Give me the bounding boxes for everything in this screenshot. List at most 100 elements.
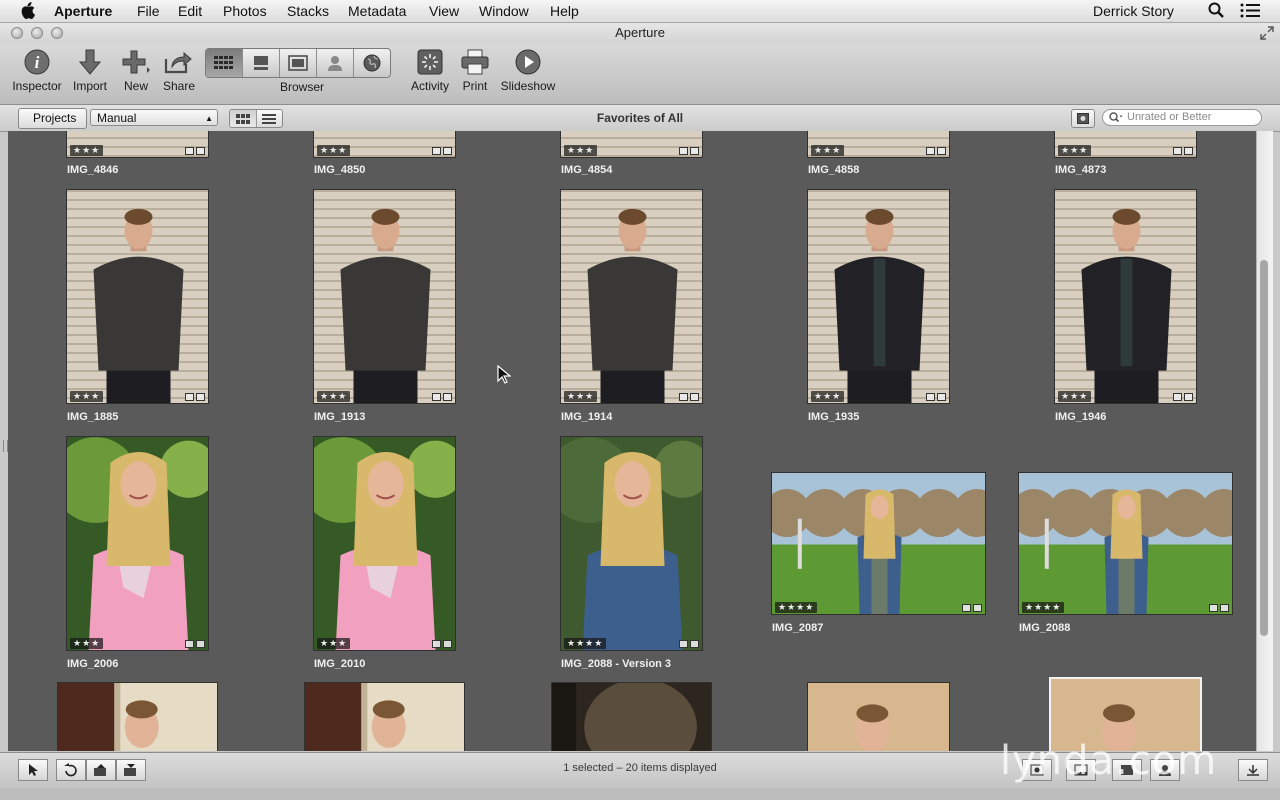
photo-thumbnail[interactable] <box>551 682 712 751</box>
lift-tool-button[interactable] <box>86 759 116 781</box>
adjusted-badge-icon <box>1173 392 1182 401</box>
spotlight-icon[interactable] <box>1208 2 1224 21</box>
list-layout-button[interactable] <box>257 110 283 127</box>
photo-thumbnail[interactable]: ★★★ <box>313 131 456 158</box>
menu-window[interactable]: Window <box>479 3 529 19</box>
menu-stacks[interactable]: Stacks <box>287 3 329 19</box>
menu-file[interactable]: File <box>137 3 160 19</box>
photo-thumbnail[interactable]: ★★★ <box>313 436 456 651</box>
person-icon <box>328 56 342 71</box>
share-button[interactable]: Share <box>160 47 198 93</box>
star-rating-badge[interactable]: ★★★ <box>317 391 351 402</box>
projects-back-button[interactable]: Projects <box>18 108 88 129</box>
stamp-icon <box>124 764 136 776</box>
star-rating-badge[interactable]: ★★★ <box>1058 391 1092 402</box>
zoom-window-button[interactable] <box>51 27 63 39</box>
photo-badges: ★★★ <box>1055 144 1196 157</box>
photo-thumbnail[interactable]: ★★★★ <box>560 436 703 651</box>
photo-thumbnail[interactable]: ★★★ <box>560 131 703 158</box>
sidebar-resize-handle[interactable] <box>3 440 8 452</box>
adjustment-badge-icons <box>679 639 699 648</box>
new-button[interactable]: New <box>118 47 154 93</box>
split-view-button[interactable] <box>243 49 280 77</box>
adjusted-badge-icon <box>1209 603 1218 612</box>
photo-caption: IMG_4846 <box>67 164 119 176</box>
star-rating-badge[interactable]: ★★★★ <box>1022 602 1065 613</box>
photo-thumbnail[interactable]: ★★★ <box>66 436 209 651</box>
adjustment-badge-icons <box>926 392 946 401</box>
menu-metadata[interactable]: Metadata <box>348 3 406 19</box>
adjustment-badge-icons <box>1173 146 1193 155</box>
import-button[interactable]: Import <box>68 47 112 93</box>
rotate-icon <box>64 763 77 777</box>
photo-caption: IMG_2087 <box>772 622 824 634</box>
browser-view-button[interactable] <box>206 49 243 77</box>
photo-thumbnail[interactable]: ★★★ <box>313 189 456 404</box>
places-button[interactable] <box>354 49 390 77</box>
notification-list-icon[interactable] <box>1240 3 1260 21</box>
adjusted-badge-icon <box>185 392 194 401</box>
photo-thumbnail[interactable]: ★★★ <box>807 189 950 404</box>
star-rating-badge[interactable]: ★★★ <box>811 391 845 402</box>
slideshow-button[interactable]: Slideshow <box>500 47 556 93</box>
star-rating-badge[interactable]: ★★★ <box>70 391 104 402</box>
small-grid-icon <box>235 113 250 124</box>
menu-edit[interactable]: Edit <box>178 3 202 19</box>
star-rating-badge[interactable]: ★★★★ <box>775 602 818 613</box>
photo-thumbnail[interactable]: ★★★★ <box>771 472 986 615</box>
star-rating-badge[interactable]: ★★★ <box>317 145 351 156</box>
menu-user-name[interactable]: Derrick Story <box>1093 3 1174 19</box>
photo-thumbnail[interactable]: ★★★ <box>560 189 703 404</box>
menu-app-name[interactable]: Aperture <box>54 3 112 19</box>
star-rating-badge[interactable]: ★★★ <box>811 145 845 156</box>
star-rating-badge[interactable]: ★★★ <box>1058 145 1092 156</box>
minimize-window-button[interactable] <box>31 27 43 39</box>
select-tool-button[interactable] <box>18 759 48 781</box>
photo-image <box>67 190 208 403</box>
browser-scroll-thumb[interactable] <box>1260 260 1268 636</box>
sort-order-select[interactable]: Manual ▲▼ <box>90 109 218 140</box>
fullscreen-toggle-button[interactable] <box>1238 759 1268 781</box>
menu-help[interactable]: Help <box>550 3 579 19</box>
grid-layout-button[interactable] <box>230 110 257 127</box>
activity-icon <box>414 47 446 77</box>
photo-badges: ★★★ <box>561 390 702 403</box>
star-rating-badge[interactable]: ★★★ <box>317 638 351 649</box>
photo-thumbnail[interactable] <box>807 682 950 751</box>
adjusted-badge-icon <box>679 146 688 155</box>
faces-button[interactable] <box>317 49 354 77</box>
browser-layout-toggle <box>229 109 283 128</box>
photo-thumbnail[interactable]: ★★★ <box>1054 189 1197 404</box>
stamp-tool-button[interactable] <box>116 759 146 781</box>
viewer-button[interactable] <box>280 49 317 77</box>
rating-filter-search-field[interactable]: Unrated or Better <box>1102 109 1262 126</box>
rotate-tool-button[interactable] <box>56 759 86 781</box>
photo-thumbnail[interactable] <box>57 682 218 751</box>
activity-button[interactable]: Activity <box>408 47 452 93</box>
photo-badges: ★★★ <box>808 390 949 403</box>
keyword-badge-icon <box>690 146 699 155</box>
keyword-badge-icon <box>1220 603 1229 612</box>
photo-thumbnail[interactable]: ★★★★ <box>1018 472 1233 615</box>
photo-thumbnail[interactable] <box>304 682 465 751</box>
filter-hud-button[interactable] <box>1071 109 1095 128</box>
inspector-button[interactable]: i Inspector <box>10 47 64 93</box>
star-rating-badge[interactable]: ★★★★ <box>564 638 607 649</box>
menu-photos[interactable]: Photos <box>223 3 267 19</box>
filter-icon <box>1077 113 1089 124</box>
close-window-button[interactable] <box>11 27 23 39</box>
photo-thumbnail[interactable]: ★★★ <box>1054 131 1197 158</box>
menu-view[interactable]: View <box>429 3 459 19</box>
apple-icon[interactable] <box>20 2 35 22</box>
photo-thumbnail[interactable]: ★★★ <box>66 189 209 404</box>
photo-thumbnail[interactable]: ★★★ <box>807 131 950 158</box>
star-rating-badge[interactable]: ★★★ <box>70 145 104 156</box>
keyword-badge-icon <box>1184 392 1193 401</box>
photo-thumbnail[interactable]: ★★★ <box>66 131 209 158</box>
print-button[interactable]: Print <box>458 47 492 93</box>
star-rating-badge[interactable]: ★★★ <box>564 391 598 402</box>
star-rating-badge[interactable]: ★★★ <box>70 638 104 649</box>
star-rating-badge[interactable]: ★★★ <box>564 145 598 156</box>
photo-badges: ★★★ <box>67 144 208 157</box>
mouse-cursor-icon <box>497 364 512 390</box>
